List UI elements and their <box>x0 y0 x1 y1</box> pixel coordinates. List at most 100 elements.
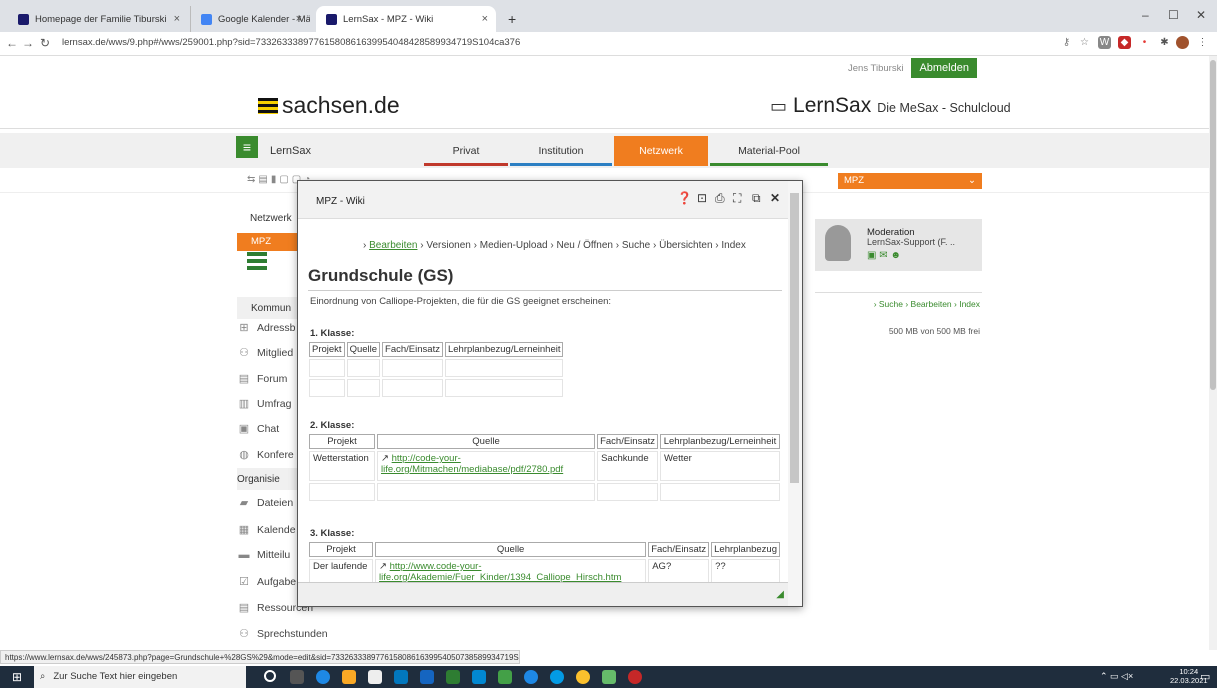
help-icon[interactable]: ❓ <box>677 191 692 205</box>
logout-button[interactable]: Abmelden <box>911 58 977 78</box>
puzzle-icon[interactable]: ✱ <box>1158 36 1171 49</box>
side-links[interactable]: › Suche › Bearbeiten › Index <box>874 299 980 309</box>
word-icon[interactable] <box>420 670 434 684</box>
sidebar-item-konferenz[interactable]: ◍ Konfere <box>237 448 294 462</box>
close-window-icon[interactable]: ✕ <box>1196 8 1206 22</box>
edge-icon[interactable] <box>316 670 330 684</box>
support-label[interactable]: LernSax-Support (F. .. <box>867 237 955 247</box>
mpz-select-value: MPZ <box>844 175 865 186</box>
page-scrollbar-thumb[interactable] <box>1210 60 1216 390</box>
key-icon[interactable]: ⚷ <box>1060 36 1073 49</box>
close-icon[interactable]: ✕ <box>770 191 780 205</box>
wiki-action-links: › Bearbeiten › Versionen › Medien-Upload… <box>363 240 746 251</box>
shield-icon[interactable]: ◆ <box>1118 36 1131 49</box>
mpz-badge[interactable]: MPZ <box>237 233 297 251</box>
windows-start-icon[interactable]: ⊞ <box>12 670 22 684</box>
close-tab-icon[interactable]: × <box>482 13 488 25</box>
app-icon[interactable] <box>524 670 538 684</box>
taskbar-search[interactable]: ⌕ Zur Suche Text hier eingeben <box>34 666 246 688</box>
sachsen-label: sachsen.de <box>282 92 400 118</box>
notification-icon[interactable]: ▭ <box>1200 670 1210 683</box>
link-index[interactable]: Index <box>721 240 745 251</box>
export-icon[interactable]: ⊡ <box>697 191 707 205</box>
app-icon[interactable] <box>628 670 642 684</box>
sidebar-item-label: Konfere <box>257 448 294 461</box>
star-icon[interactable]: ☆ <box>1078 36 1091 49</box>
sidebar-item-sprechstunden[interactable]: ⚇ Sprechstunden <box>237 627 328 641</box>
chrome-icon[interactable] <box>576 670 590 684</box>
close-tab-icon[interactable]: × <box>296 13 302 25</box>
cortana-icon[interactable] <box>264 670 276 682</box>
link-versionen[interactable]: Versionen <box>426 240 470 251</box>
sidebar-item-aufgaben[interactable]: ☑ Aufgabe <box>237 575 296 589</box>
link-medien-upload[interactable]: Medien-Upload <box>480 240 548 251</box>
app-icon[interactable] <box>498 670 512 684</box>
taskview-icon[interactable] <box>290 670 304 684</box>
popout-icon[interactable]: ⧉ <box>752 191 761 206</box>
new-tab-button[interactable]: + <box>498 6 524 32</box>
back-icon[interactable]: ← <box>6 36 18 50</box>
conference-icon: ◍ <box>239 449 249 461</box>
reload-icon[interactable]: ↻ <box>40 36 50 50</box>
table-header-row: Projekt Quelle Fach/Einsatz Lehrplanbezu… <box>309 542 780 557</box>
mpz-select[interactable]: MPZ ⌄ <box>838 173 982 189</box>
sidebar-item-kalender[interactable]: ▦ Kalende <box>237 523 296 537</box>
lernsax-logo[interactable]: ▭ LernSax Die MeSax - Schulcloud <box>770 94 1011 118</box>
link-suche[interactable]: Suche <box>622 240 650 251</box>
print-icon[interactable]: ⎙ <box>715 191 725 206</box>
chat-icon: ▣ <box>238 423 250 435</box>
url-field[interactable]: lernsax.de/wws/9.php#/wws/259001.php?sid… <box>62 37 520 48</box>
system-tray-icons[interactable]: ⌃ ▭ ◁× <box>1100 671 1133 682</box>
tab-institution[interactable]: Institution <box>510 136 612 166</box>
hamburger-menu-icon[interactable]: ≡ <box>236 136 258 158</box>
sidebar-item-mitglieder[interactable]: ⚇ Mitglied <box>237 346 293 360</box>
mail-icon[interactable] <box>394 670 408 684</box>
menu-icon[interactable]: ⋮ <box>1196 36 1209 49</box>
search-placeholder: Zur Suche Text hier eingeben <box>53 671 178 682</box>
link-neu-oeffnen[interactable]: Neu / Öffnen <box>556 240 613 251</box>
contact-icons[interactable]: ▣ ✉ ☻ <box>867 250 901 261</box>
tab-lernsax[interactable]: LernSax - MPZ - Wiki × <box>316 6 496 32</box>
forward-icon[interactable]: → <box>22 36 34 50</box>
maximize-icon[interactable]: ☐ <box>1168 8 1179 22</box>
tab-privat[interactable]: Privat <box>424 136 508 166</box>
store-icon[interactable] <box>368 670 382 684</box>
resize-handle-icon[interactable]: ◢ <box>776 589 784 600</box>
favicon-icon <box>326 13 337 25</box>
tab-homepage[interactable]: Homepage der Familie Tiburski × <box>8 6 188 32</box>
calendar-icon: ▦ <box>238 524 250 536</box>
link-bearbeiten[interactable]: Bearbeiten <box>369 240 417 251</box>
modal-scrollbar-thumb[interactable] <box>790 193 799 483</box>
app-icon[interactable] <box>472 670 486 684</box>
minimize-icon[interactable]: – <box>1142 8 1149 22</box>
sidebar-item-forum[interactable]: ▤ Forum <box>237 372 288 386</box>
sidebar-item-umfrage[interactable]: ▥ Umfrag <box>237 397 292 411</box>
tab-material-pool[interactable]: Material-Pool <box>710 136 828 166</box>
explorer-icon[interactable] <box>342 670 356 684</box>
sachsen-logo[interactable]: sachsen.de <box>258 92 400 119</box>
dot-icon[interactable]: • <box>1138 36 1151 49</box>
column-header: Lehrplanbezug/Lerneinheit <box>444 342 564 357</box>
sidebar-item-dateien[interactable]: ▰ Dateien <box>237 496 293 510</box>
tab-calendar[interactable]: Google Kalender - März 2021 × <box>190 6 310 32</box>
link-uebersichten[interactable]: Übersichten <box>659 240 712 251</box>
excel-icon[interactable] <box>446 670 460 684</box>
sidebar-item-chat[interactable]: ▣ Chat <box>237 422 279 436</box>
app-icon[interactable] <box>550 670 564 684</box>
storage-info: 500 MB von 500 MB frei <box>888 326 980 336</box>
netzwerk-heading: Netzwerk <box>250 213 292 224</box>
checkbox-icon: ☑ <box>239 576 249 588</box>
extension-icon[interactable]: W <box>1098 36 1111 49</box>
tab-netzwerk[interactable]: Netzwerk <box>614 136 708 166</box>
app-icon[interactable] <box>602 670 616 684</box>
sidebar-item-adressbuch[interactable]: ⊞ Adressb <box>237 321 295 335</box>
source-link[interactable]: http://code-your-life.org/Mitmachen/medi… <box>381 453 563 475</box>
source-link[interactable]: http://www.code-your-life.org/Akademie/F… <box>379 561 621 583</box>
column-header: Lehrplanbezug <box>711 542 780 557</box>
table-header-row: Projekt Quelle Fach/Einsatz Lehrplanbezu… <box>309 434 780 449</box>
column-header: Quelle <box>377 434 596 449</box>
close-tab-icon[interactable]: × <box>174 13 180 25</box>
fullscreen-icon[interactable]: ⛶ <box>733 191 741 206</box>
sidebar-item-mitteilungen[interactable]: ▬ Mitteilu <box>237 549 291 561</box>
avatar[interactable] <box>1176 36 1189 49</box>
